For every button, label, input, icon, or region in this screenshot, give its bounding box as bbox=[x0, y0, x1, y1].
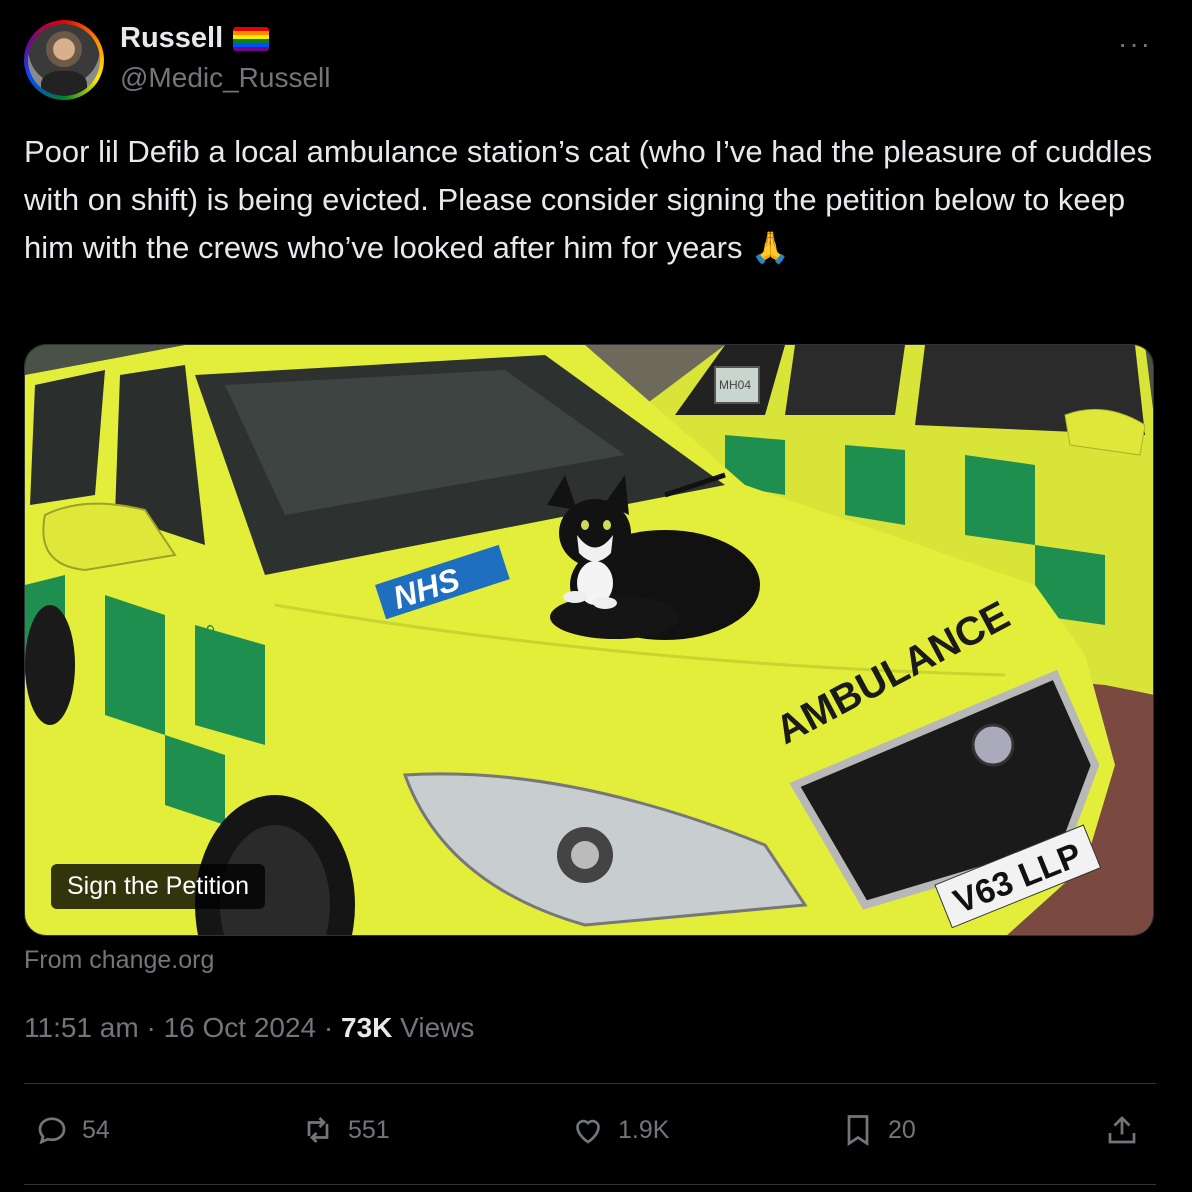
views-label: Views bbox=[400, 1012, 475, 1043]
reply-count: 54 bbox=[82, 1115, 110, 1144]
link-source[interactable]: From change.org bbox=[24, 946, 214, 975]
like-count: 1.9K bbox=[618, 1115, 670, 1144]
bookmark-icon bbox=[847, 1115, 869, 1147]
ambulance-cat-photo: MH04 NHS 8115 AMBULANCE V63 LLP bbox=[25, 345, 1153, 935]
link-card-image[interactable]: MH04 NHS 8115 AMBULANCE V63 LLP Sign the… bbox=[24, 344, 1154, 936]
heart-icon bbox=[576, 1119, 600, 1144]
author-name-row[interactable]: Russell bbox=[120, 22, 270, 55]
repost-button[interactable]: 551 bbox=[300, 1112, 390, 1148]
repost-count: 551 bbox=[348, 1115, 390, 1144]
share-button[interactable] bbox=[1104, 1112, 1140, 1148]
repost-icon bbox=[307, 1117, 329, 1143]
divider-bottom bbox=[24, 1184, 1156, 1185]
author-handle[interactable]: @Medic_Russell bbox=[120, 62, 331, 94]
petition-card-label[interactable]: Sign the Petition bbox=[51, 864, 266, 909]
avatar[interactable] bbox=[24, 20, 104, 100]
more-options-icon[interactable]: ··· bbox=[1118, 28, 1152, 60]
flag-stripe bbox=[233, 46, 270, 51]
reply-button[interactable]: 54 bbox=[34, 1112, 110, 1148]
tweet-time[interactable]: 11:51 am bbox=[24, 1012, 139, 1043]
bookmark-count: 20 bbox=[888, 1115, 916, 1144]
author-name[interactable]: Russell bbox=[120, 22, 223, 55]
share-icon bbox=[1108, 1116, 1136, 1144]
tweet-text: Poor lil Defib a local ambulance station… bbox=[24, 134, 1153, 265]
reply-icon bbox=[38, 1117, 66, 1145]
divider-top bbox=[24, 1083, 1156, 1084]
bookmark-button[interactable]: 20 bbox=[840, 1112, 916, 1148]
tweet-meta: 11:51 am · 16 Oct 2024 · 73K Views bbox=[24, 1012, 475, 1043]
station-sign-text: MH04 bbox=[719, 378, 751, 392]
rainbow-flag-icon bbox=[233, 26, 270, 51]
views-count: 73K bbox=[341, 1012, 393, 1043]
like-button[interactable]: 1.9K bbox=[570, 1112, 669, 1148]
tweet-date[interactable]: 16 Oct 2024 bbox=[164, 1012, 317, 1043]
